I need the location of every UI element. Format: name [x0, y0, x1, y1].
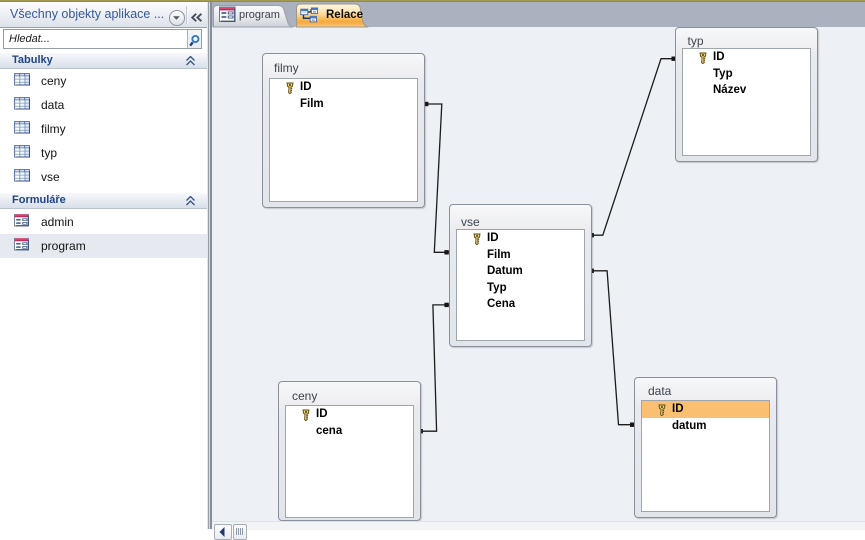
svg-text:program: program: [239, 9, 280, 21]
svg-text:Relace: Relace: [326, 9, 363, 21]
